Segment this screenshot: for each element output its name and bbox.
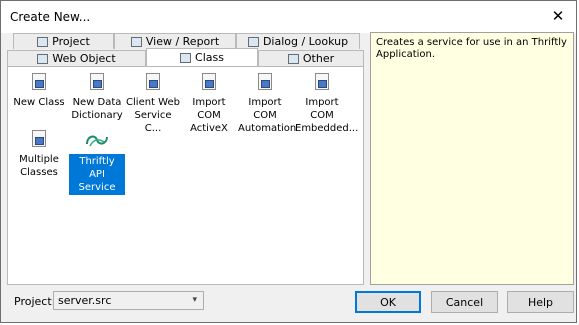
class-file-icon [30, 73, 48, 91]
tab-web-object[interactable]: Web Object [7, 50, 146, 66]
project-icon [37, 36, 49, 47]
item-client-web-service[interactable]: Client Web Service C... [125, 73, 181, 136]
class-file-icon [30, 130, 48, 148]
project-value: server.src [58, 294, 112, 307]
item-label: New Class [13, 97, 65, 108]
class-file-icon [256, 73, 274, 91]
close-icon[interactable]: ✕ [548, 6, 568, 26]
class-file-icon [88, 73, 106, 91]
tab-view-report-label: View / Report [145, 35, 220, 48]
item-label-2: Dictionary [71, 110, 123, 121]
item-label-2: ActiveX [190, 123, 228, 134]
item-label: Multiple [19, 154, 59, 165]
view-report-icon [130, 36, 142, 47]
create-new-dialog: Create New... ✕ Project View / Report Di… [0, 0, 577, 323]
item-label-2: Embedded... [295, 123, 359, 134]
ok-button[interactable]: OK [355, 291, 421, 313]
item-label: New Data [72, 97, 122, 108]
item-multiple-classes[interactable]: Multiple Classes [11, 130, 67, 180]
web-object-icon [37, 53, 49, 64]
tab-control: Project View / Report Dialog / Lookup We… [7, 32, 364, 285]
project-label: Project: [14, 295, 56, 308]
window-title: Create New... [10, 10, 91, 24]
class-file-icon [200, 73, 218, 91]
tab-project-label: Project [52, 35, 90, 48]
tab-row-back: Project View / Report Dialog / Lookup [13, 33, 360, 49]
tab-dialog-lookup[interactable]: Dialog / Lookup [236, 33, 360, 49]
class-icon [180, 52, 192, 63]
tab-other-label: Other [302, 52, 335, 65]
tab-class[interactable]: Class [146, 48, 258, 66]
tab-web-object-label: Web Object [52, 52, 116, 65]
project-select[interactable]: server.src ▾ [53, 291, 204, 310]
dialog-lookup-icon [247, 36, 259, 47]
item-label-2: Service [78, 182, 116, 193]
class-file-icon [144, 73, 162, 91]
description-pane: Creates a service for use in an Thriftly… [370, 32, 574, 285]
tab-dialog-lookup-label: Dialog / Lookup [262, 35, 349, 48]
item-label: Import COM [192, 97, 226, 121]
item-new-data-dictionary[interactable]: New Data Dictionary [69, 73, 125, 123]
class-file-icon [313, 73, 331, 91]
tab-other[interactable]: Other [258, 50, 364, 66]
tab-project[interactable]: Project [13, 33, 114, 49]
item-label: Client Web [126, 97, 180, 108]
class-items-panel: New Class New Data Dictionary Client Web S… [7, 66, 364, 285]
cancel-button[interactable]: Cancel [431, 291, 498, 313]
title-bar: Create New... ✕ [1, 1, 576, 33]
item-label: Import COM [248, 97, 282, 121]
help-button[interactable]: Help [507, 291, 574, 313]
item-label-2: Service C... [134, 110, 172, 134]
item-thriftly-api-service[interactable]: Thriftly API Service [69, 130, 125, 195]
other-icon [287, 53, 299, 64]
item-new-class[interactable]: New Class [11, 73, 67, 110]
item-label-2: Automation [238, 123, 297, 134]
tab-view-report[interactable]: View / Report [114, 33, 236, 49]
chevron-down-icon: ▾ [192, 295, 197, 305]
tab-row-front: Web Object Class Other [7, 48, 364, 66]
item-label-2: Classes [20, 167, 58, 178]
item-import-com-automation[interactable]: Import COM Automation [237, 73, 297, 136]
thriftly-icon [84, 130, 110, 150]
item-label: Thriftly API [79, 156, 115, 180]
tab-class-label: Class [195, 51, 224, 64]
item-label: Import COM [305, 97, 339, 121]
item-import-com-embedded[interactable]: Import COM Embedded... [294, 73, 358, 136]
item-import-com-activex[interactable]: Import COM ActiveX [181, 73, 237, 136]
